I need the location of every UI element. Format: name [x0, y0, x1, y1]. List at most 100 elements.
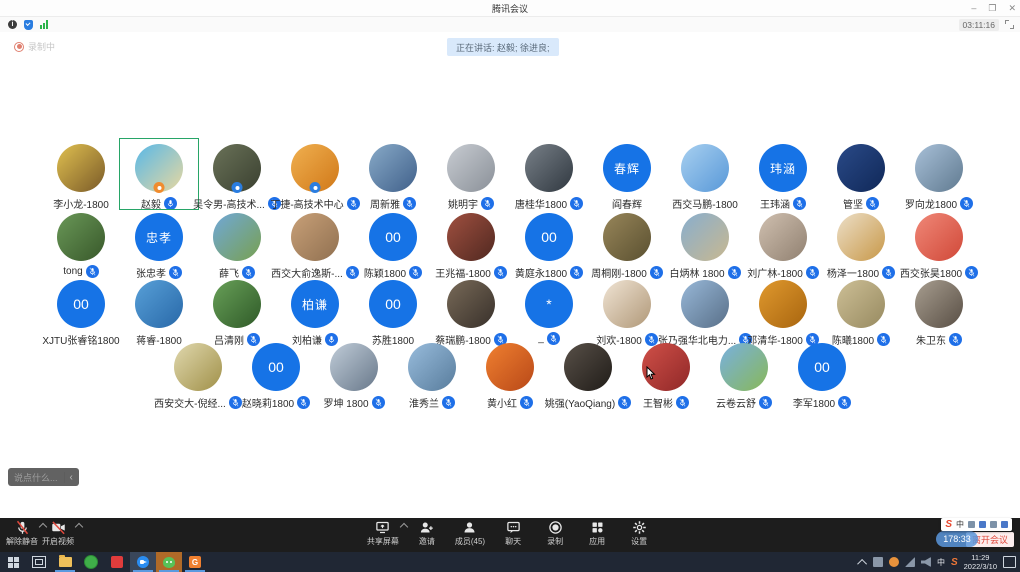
participant-tile[interactable]: 玮涵王玮涵	[744, 144, 822, 210]
toolbar-record-button[interactable]: 录制	[541, 520, 569, 547]
participant-tile[interactable]: 张乃强华北电力...	[666, 280, 744, 346]
meeting-info-icon[interactable]: i	[8, 20, 17, 29]
tray-volume-icon[interactable]	[921, 557, 931, 567]
participant-tile[interactable]: 蔡瑞鹏-1800	[432, 280, 510, 346]
screen-recorder-timer-bubble[interactable]: 178:33	[936, 531, 978, 547]
toolbar-members-button[interactable]: 成员(45)	[455, 520, 485, 547]
participant-tile[interactable]: 罗向龙1800	[900, 144, 978, 210]
participant-tile[interactable]: 西交张昊1800	[900, 213, 978, 279]
participant-tile[interactable]: 吕清刚	[198, 280, 276, 346]
participant-name: 云卷云舒	[716, 395, 756, 410]
mic-muted-icon	[676, 396, 689, 409]
tencent-meeting-app-button[interactable]	[130, 552, 156, 572]
participant-tile[interactable]: 云卷云舒	[705, 343, 783, 409]
participant-tile[interactable]: 朱卫东	[900, 280, 978, 346]
participant-tile[interactable]: 姚强(YaoQiang)	[549, 343, 627, 409]
tray-language-indicator[interactable]: 中	[937, 557, 945, 568]
avatar: 玮涵	[759, 144, 807, 192]
participant-tile[interactable]: 吴令男-高技术...	[198, 144, 276, 210]
ime-language-indicator[interactable]: 中	[956, 519, 964, 530]
chat-collapse-icon[interactable]: ‹	[64, 472, 73, 483]
participant-tile[interactable]: *_	[510, 280, 588, 346]
participant-tile[interactable]: 柏谦刘柏谦	[276, 280, 354, 346]
participant-tile[interactable]: 00苏胜1800	[354, 280, 432, 346]
security-shield-icon[interactable]	[24, 20, 33, 30]
participant-tile[interactable]: 李小龙-1800	[42, 144, 120, 210]
participant-tile[interactable]: 管坚	[822, 144, 900, 210]
participant-tile[interactable]: 丁捷-高技术中心	[276, 144, 354, 210]
action-center-icon[interactable]	[1003, 556, 1016, 568]
wechat-app-button[interactable]	[156, 552, 182, 572]
tray-sogou-icon[interactable]: S	[951, 557, 958, 568]
start-button[interactable]	[0, 552, 26, 572]
close-button[interactable]: ✕	[1008, 0, 1016, 16]
network-signal-icon[interactable]	[40, 20, 48, 29]
participant-tile[interactable]: 王智彬	[627, 343, 705, 409]
participant-tile[interactable]: 西安交大-倪经...	[159, 343, 237, 409]
task-view-button[interactable]	[26, 552, 52, 572]
caret-up-icon[interactable]	[400, 523, 408, 531]
participant-tile[interactable]: 罗坤 1800	[315, 343, 393, 409]
taskbar-clock[interactable]: 11:29 2022/3/10	[964, 553, 997, 572]
participant-tile[interactable]: 邓清华-1800	[744, 280, 822, 346]
maximize-button[interactable]: ❐	[988, 0, 996, 16]
tray-pet-icon[interactable]	[889, 557, 899, 567]
chat-input-pill[interactable]: 说点什么... ‹	[8, 468, 79, 486]
fullscreen-icon[interactable]	[1005, 20, 1014, 29]
toolbar-invite-button[interactable]: 邀请	[413, 520, 441, 547]
tray-expand-icon[interactable]	[857, 558, 867, 568]
minimize-button[interactable]: –	[971, 0, 976, 16]
participant-tile[interactable]: 00黄庭永1800	[510, 213, 588, 279]
participant-tile[interactable]: 西交大俞逸斯-...	[276, 213, 354, 279]
ime-pen-icon[interactable]	[968, 521, 975, 528]
tray-network-icon[interactable]	[905, 557, 915, 567]
file-explorer-button[interactable]	[52, 552, 78, 572]
avatar	[213, 213, 261, 261]
participant-tile[interactable]: 周桐刚-1800	[588, 213, 666, 279]
participant-tile[interactable]: 00XJTU张睿铭1800	[42, 280, 120, 346]
mic-muted-icon	[494, 266, 507, 279]
tray-display-icon[interactable]	[873, 557, 883, 567]
avatar	[291, 144, 339, 192]
member-badge-icon	[310, 182, 321, 193]
participant-tile[interactable]: 春辉阎春辉	[588, 144, 666, 210]
participant-tile[interactable]: 西交马鹏-1800	[666, 144, 744, 210]
participant-tile[interactable]: 淮秀兰	[393, 343, 471, 409]
participant-tile[interactable]: 唐桂华1800	[510, 144, 588, 210]
speaking-banner: 正在讲话: 赵毅; 徐进良;	[447, 38, 559, 56]
ime-toolbar[interactable]: S 中	[941, 518, 1012, 531]
participant-tile[interactable]: tong	[42, 213, 120, 279]
participant-tile[interactable]: 周新雅	[354, 144, 432, 210]
avatar	[369, 144, 417, 192]
mouse-cursor	[646, 366, 656, 380]
ime-mic-icon[interactable]	[979, 521, 986, 528]
participant-tile[interactable]: 00陈颖1800	[354, 213, 432, 279]
toolbar-chat-button[interactable]: 聊天	[499, 520, 527, 547]
avatar: 00	[369, 213, 417, 261]
participant-tile[interactable]: 白炳林 1800	[666, 213, 744, 279]
participant-tile[interactable]: 刘欢-1800	[588, 280, 666, 346]
participant-tile[interactable]: 00李军1800	[783, 343, 861, 409]
ime-toolbox-icon[interactable]	[1001, 521, 1008, 528]
participant-tile[interactable]: 杨泽一1800	[822, 213, 900, 279]
app-g-button[interactable]: G	[182, 552, 208, 572]
ime-keyboard-icon[interactable]	[990, 521, 997, 528]
participant-tile[interactable]: 黄小红	[471, 343, 549, 409]
participant-tile[interactable]: 忠孝张忠孝	[120, 213, 198, 279]
sogou-logo-icon[interactable]: S	[945, 519, 952, 530]
avatar	[759, 213, 807, 261]
participant-tile[interactable]: 刘广林-1800	[744, 213, 822, 279]
toolbar-share-button[interactable]: 共享屏幕	[367, 520, 399, 547]
participant-tile[interactable]: 00赵晓莉1800	[237, 343, 315, 409]
app-360-button[interactable]	[78, 552, 104, 572]
participant-tile[interactable]: 赵毅	[120, 144, 198, 210]
participant-tile[interactable]: 陈曦1800	[822, 280, 900, 346]
participant-tile[interactable]: 王兆福-1800	[432, 213, 510, 279]
participant-tile[interactable]: 蒋睿-1800	[120, 280, 198, 346]
participant-tile[interactable]: 薛飞	[198, 213, 276, 279]
app-red-button[interactable]	[104, 552, 130, 572]
participant-tile[interactable]: 姚明宇	[432, 144, 510, 210]
toolbar-apps-button[interactable]: 应用	[583, 520, 611, 547]
toolbar-settings-button[interactable]: 设置	[625, 520, 653, 547]
clock-date: 2022/3/10	[964, 562, 997, 571]
